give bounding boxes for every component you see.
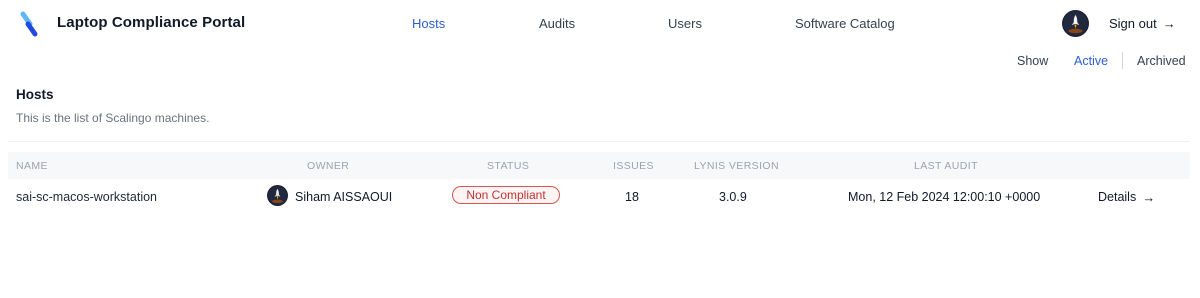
- page-subtitle: This is the list of Scalingo machines.: [16, 111, 210, 125]
- last-audit-cell: Mon, 12 Feb 2024 12:00:10 +0000: [848, 190, 1041, 204]
- column-header-issues: Issues: [613, 160, 654, 172]
- arrow-right-icon: →: [1162, 16, 1176, 31]
- filter-show-label: Show: [1017, 54, 1049, 68]
- owner-cell: Siham AISSAOUI: [295, 190, 393, 204]
- sign-out-button[interactable]: Sign out →: [1109, 16, 1176, 31]
- section-divider: [8, 141, 1190, 142]
- host-name-cell: sai-sc-macos-workstation: [16, 190, 158, 204]
- top-navbar: Laptop Compliance Portal Hosts Audits Us…: [0, 0, 1200, 48]
- arrow-right-icon: →: [1142, 189, 1156, 205]
- page-title: Hosts: [16, 87, 54, 102]
- nav-hosts[interactable]: Hosts: [412, 16, 445, 31]
- details-link[interactable]: Details →: [1098, 190, 1155, 204]
- app-logo-icon[interactable]: [18, 10, 40, 38]
- filter-divider: [1122, 52, 1123, 69]
- status-badge: Non Compliant: [452, 186, 560, 204]
- app-title: Laptop Compliance Portal: [57, 14, 246, 31]
- details-label: Details: [1098, 190, 1137, 204]
- column-header-owner: Owner: [307, 160, 350, 172]
- sign-out-label: Sign out: [1109, 16, 1157, 31]
- filter-archived-button[interactable]: Archived: [1137, 54, 1186, 68]
- nav-audits[interactable]: Audits: [539, 16, 575, 31]
- user-avatar-icon[interactable]: [1062, 10, 1089, 37]
- issues-cell: 18: [625, 190, 639, 204]
- nav-software-catalog[interactable]: Software Catalog: [795, 16, 895, 31]
- column-header-last-audit: Last Audit: [914, 160, 978, 172]
- lynis-version-cell: 3.0.9: [719, 190, 747, 204]
- nav-users[interactable]: Users: [668, 16, 702, 31]
- column-header-name: Name: [16, 160, 48, 172]
- column-header-lynis-version: Lynis Version: [694, 160, 779, 172]
- owner-avatar-icon: [267, 185, 288, 206]
- filter-active-button[interactable]: Active: [1074, 54, 1108, 68]
- table-header-row: [8, 152, 1190, 179]
- column-header-status: Status: [487, 160, 530, 172]
